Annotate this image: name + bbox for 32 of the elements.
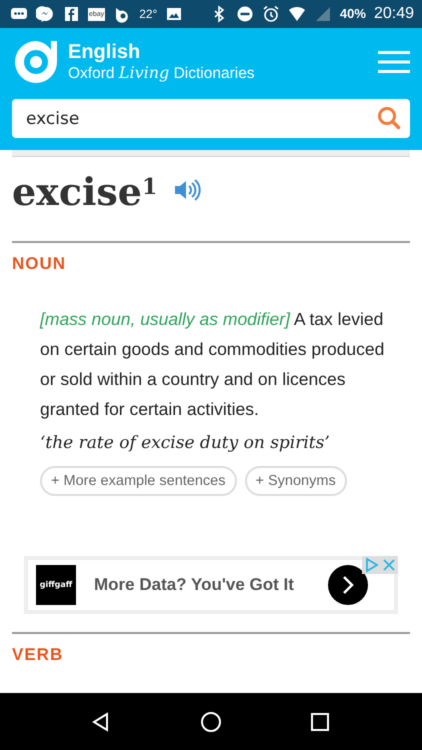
facebook-icon bbox=[62, 5, 80, 23]
pronunciation-button[interactable] bbox=[173, 177, 202, 202]
ad-arrow-button[interactable] bbox=[328, 565, 368, 606]
signal-icon bbox=[314, 5, 332, 23]
do-not-disturb-icon bbox=[236, 5, 254, 23]
image-icon bbox=[165, 5, 184, 23]
menu-button[interactable] bbox=[378, 50, 410, 74]
expand-button[interactable]: + Synonyms bbox=[244, 466, 347, 496]
brand-title: English bbox=[68, 40, 142, 63]
speaker-icon bbox=[173, 178, 202, 202]
battery-percentage: 40% bbox=[340, 5, 366, 24]
example-sentence: ‘the rate of excise duty on spirits’ bbox=[40, 432, 331, 456]
ad-text: More Data? You've Got It bbox=[94, 574, 294, 596]
messenger-icon bbox=[36, 5, 54, 23]
expand-button[interactable]: + More example sentences bbox=[40, 466, 236, 496]
chevron-right-icon bbox=[341, 575, 355, 596]
clock-time: 20:49 bbox=[374, 4, 414, 24]
search-icon[interactable] bbox=[376, 105, 402, 131]
search-field[interactable]: excise bbox=[12, 99, 410, 138]
home-button[interactable] bbox=[198, 710, 223, 734]
headword: excise$^{1}$ bbox=[12, 169, 158, 215]
definition-text: [mass noun, usually as modifier] A tax levied on certain goods and commodities produced or sold within a country and on licences granted for certain activities. bbox=[40, 308, 386, 422]
alarm-clock-icon bbox=[262, 5, 280, 23]
part-of-speech: NOUN bbox=[12, 252, 68, 275]
logo-icon bbox=[12, 38, 60, 86]
part-of-speech: VERB bbox=[12, 644, 64, 666]
ad-logo: giffgaff bbox=[36, 565, 76, 606]
wifi-icon bbox=[288, 5, 306, 23]
advertisement-banner[interactable]: giffgaff More Data? You've Got It bbox=[24, 556, 398, 614]
brand-subtitle: Oxford Living Dictionaries bbox=[68, 62, 255, 84]
temperature-text: 22° bbox=[139, 6, 158, 23]
menu-icon bbox=[378, 50, 410, 74]
